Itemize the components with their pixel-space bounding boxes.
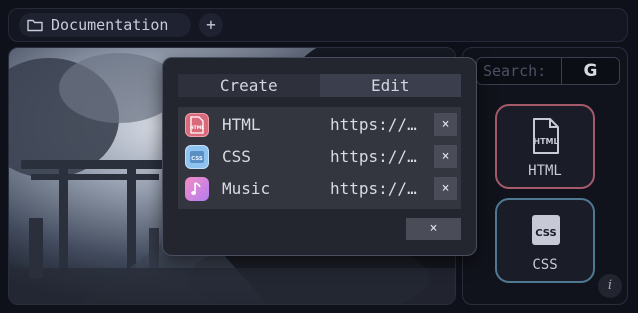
html-file-icon: HTML [531, 118, 561, 158]
folder-icon [27, 18, 43, 32]
link-row-html: HTML HTML https://… × [178, 110, 461, 138]
svg-text:HTML: HTML [190, 125, 204, 131]
edit-links-modal: Create Edit HTML HTML https://… × CSS CS… [162, 57, 477, 256]
search-engine-button[interactable]: G [562, 57, 620, 85]
top-bar: Documentation + [8, 8, 628, 42]
tab-edit[interactable]: Edit [319, 74, 461, 97]
info-button[interactable]: i [598, 274, 622, 298]
shortcut-css[interactable]: CSS CSS [495, 198, 595, 283]
folder-tab-documentation[interactable]: Documentation [19, 13, 191, 37]
svg-text:CSS: CSS [191, 156, 203, 162]
remove-link-button[interactable]: × [434, 113, 457, 136]
shortcut-html[interactable]: HTML HTML [495, 104, 595, 189]
link-name: Music [222, 179, 271, 198]
svg-text:CSS: CSS [535, 228, 556, 239]
link-url: https://… [330, 115, 417, 134]
remove-link-button[interactable]: × [434, 145, 457, 168]
add-folder-button[interactable]: + [199, 13, 223, 37]
search-input[interactable]: Search: [476, 57, 562, 85]
tab-create[interactable]: Create [178, 74, 320, 97]
folder-tab-label: Documentation [51, 16, 169, 34]
link-name: CSS [222, 147, 251, 166]
remove-link-button[interactable]: × [434, 177, 457, 200]
html-icon: HTML [185, 113, 209, 137]
close-modal-button[interactable]: × [406, 218, 461, 240]
link-url: https://… [330, 179, 417, 198]
link-url: https://… [330, 147, 417, 166]
css-file-icon: CSS [531, 212, 561, 252]
shortcut-label: CSS [532, 257, 558, 273]
link-name: HTML [222, 115, 261, 134]
shortcut-label: HTML [528, 163, 562, 179]
music-note-icon [185, 177, 209, 201]
link-list: HTML HTML https://… × CSS CSS https://… … [178, 107, 461, 209]
css-icon: CSS [185, 145, 209, 169]
svg-text:HTML: HTML [533, 137, 558, 146]
link-row-music: Music https://… × [178, 174, 461, 202]
link-row-css: CSS CSS https://… × [178, 142, 461, 170]
modal-tabs: Create Edit [178, 74, 461, 97]
